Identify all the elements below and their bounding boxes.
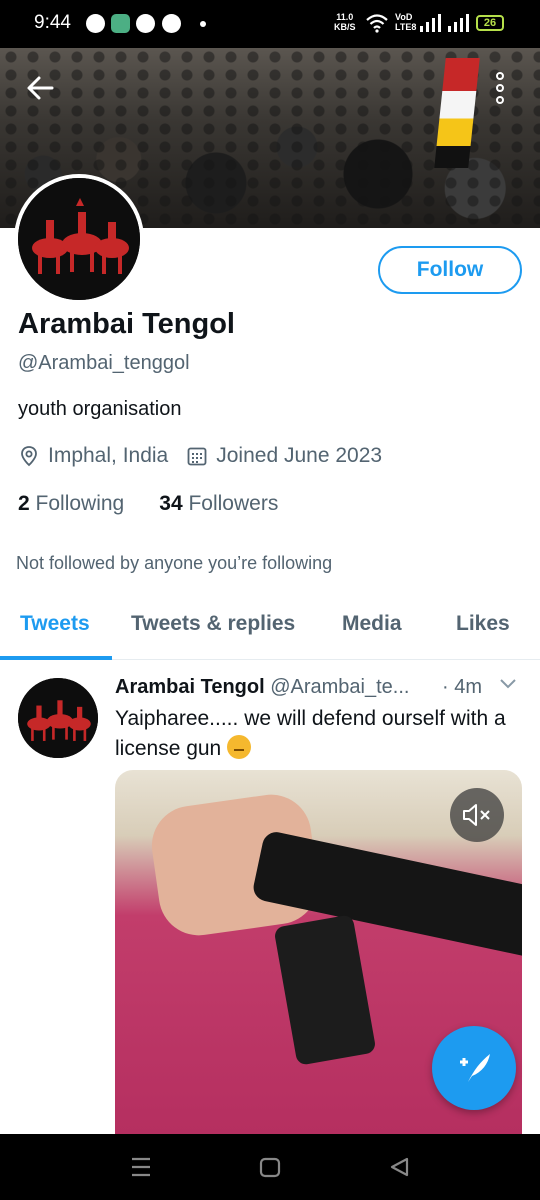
video-frame-object-grip [273, 914, 377, 1066]
jio-icon [162, 14, 181, 33]
tab-media[interactable]: Media [342, 612, 402, 636]
saluting-face-emoji [227, 735, 252, 759]
more-options-button[interactable] [496, 72, 506, 108]
profile-bio: youth organisation [18, 398, 182, 420]
followers-label: Followers [188, 492, 279, 515]
network-speed-value: 11.0 [336, 12, 354, 22]
tweet-header: Arambai Tengol @Arambai_te... [115, 676, 409, 699]
home-icon[interactable] [259, 1154, 281, 1180]
follow-button[interactable]: Follow [378, 246, 522, 294]
tweet-body: Yaipharee..... we will defend ourself wi… [115, 707, 506, 760]
volume-muted-icon [463, 804, 490, 826]
tweet-menu-button[interactable] [498, 674, 518, 695]
notification-icon [136, 14, 155, 33]
status-time: 9:44 [34, 12, 71, 33]
profile-joined-date: Joined June 2023 [216, 444, 383, 467]
compose-tweet-button[interactable] [432, 1026, 516, 1110]
avatar-image [18, 178, 140, 300]
tweet-author-handle[interactable]: @Arambai_te... [270, 676, 409, 698]
follow-counts: 2 Following 34 Followers [18, 492, 278, 516]
recent-apps-icon[interactable] [130, 1154, 152, 1180]
calendar-icon [187, 447, 207, 466]
signal-icon [448, 14, 469, 32]
app-notification-icon [111, 14, 130, 33]
profile-location: Imphal, India [48, 444, 169, 467]
followers-count: 34 [159, 492, 183, 515]
profile-avatar[interactable] [14, 174, 144, 304]
more-vertical-icon-dot [496, 96, 504, 104]
more-notifications-dot [200, 21, 206, 27]
more-vertical-icon-dot [496, 84, 504, 92]
volte-top: VoD [395, 12, 413, 22]
tweet-author-avatar[interactable] [18, 678, 98, 758]
tweet-text: Yaipharee..... we will defend ourself wi… [115, 704, 525, 764]
followers-link[interactable]: 34 Followers [159, 492, 278, 515]
chevron-down-icon [500, 679, 516, 689]
tweet-author-name[interactable]: Arambai Tengol [115, 676, 265, 698]
horse-riders-logo [18, 678, 98, 758]
not-followed-notice: Not followed by anyone you’re following [16, 553, 333, 573]
volte-indicator: VoD LTE8 [395, 12, 416, 32]
horse-riders-logo [18, 178, 140, 300]
back-nav-icon[interactable] [388, 1154, 410, 1180]
profile-name: Arambai Tengol [18, 308, 235, 340]
more-vertical-icon-dot [496, 72, 504, 80]
profile-meta: Imphal, India Joined June 2023 [18, 444, 382, 468]
active-tab-indicator [0, 656, 112, 660]
following-link[interactable]: 2 Following [18, 492, 124, 515]
following-count: 2 [18, 492, 30, 515]
tweet-time: · 4m [442, 676, 482, 698]
tab-likes[interactable]: Likes [456, 612, 510, 636]
tab-tweets[interactable]: Tweets [20, 612, 90, 636]
location-pin-icon [21, 446, 37, 467]
signal-icon [420, 14, 441, 32]
wifi-icon [366, 14, 388, 33]
system-nav-bar [0, 1134, 540, 1200]
network-speed: 11.0 KB/S [334, 12, 356, 32]
profile-handle: @Arambai_tenggol [18, 352, 190, 374]
mute-button[interactable] [450, 788, 504, 842]
volte-bottom: LTE8 [395, 22, 417, 32]
network-speed-unit: KB/S [334, 22, 356, 32]
following-label: Following [35, 492, 125, 515]
notification-icon [86, 14, 105, 33]
battery-icon: 26 [476, 15, 504, 31]
profile-tabs: Tweets Tweets & replies Media Likes [0, 600, 540, 660]
tab-tweets-replies[interactable]: Tweets & replies [131, 612, 295, 636]
arrow-left-icon [27, 76, 54, 100]
status-bar: 9:44 11.0 KB/S VoD LTE8 26 [0, 0, 540, 48]
compose-tweet-icon [460, 1054, 490, 1082]
back-button[interactable] [26, 74, 54, 108]
